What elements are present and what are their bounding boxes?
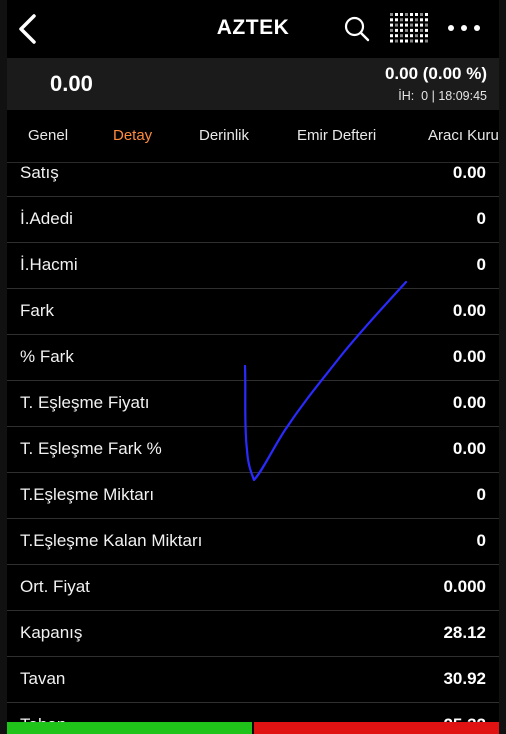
session-info: İH: 0 | 18:09:45	[398, 89, 487, 103]
detail-row-label: İ.Adedi	[20, 209, 73, 228]
more-options-button[interactable]	[446, 14, 482, 42]
grid-menu-button[interactable]	[389, 12, 430, 45]
detail-row: İ.Hacmi 0	[7, 242, 499, 289]
detail-row-label: Kapanış	[20, 623, 83, 642]
detail-row: T.Eşleşme Miktarı 0	[7, 472, 499, 519]
detail-row-value: 0.00	[452, 301, 486, 320]
detail-row: % Fark 0.00	[7, 334, 499, 381]
buy-button[interactable]	[7, 722, 252, 734]
detail-row-value: 28.12	[443, 623, 486, 642]
detail-list: Satış 0.00 İ.Adedi 0 İ.Hacmi 0 Fark 0.00 % Fark 0…	[7, 148, 499, 734]
detail-row: Fark 0.00	[7, 288, 499, 335]
detail-row-value: 0.00	[452, 163, 486, 182]
detail-row-value: 0.00	[452, 347, 486, 366]
detail-row: T.Eşleşme Kalan Miktarı 0	[7, 518, 499, 565]
search-icon	[344, 16, 370, 42]
tab-genel[interactable]: Genel	[28, 127, 68, 144]
search-button[interactable]	[342, 14, 372, 44]
top-navigation-bar: AZTEK	[0, 0, 506, 58]
detail-row: Kapanış 28.12	[7, 610, 499, 657]
dot-grid-icon	[390, 13, 428, 43]
detail-row: Tavan 30.92	[7, 656, 499, 703]
detail-row: T. Eşleşme Fark % 0.00	[7, 426, 499, 473]
screen-edge-right	[499, 0, 506, 734]
detail-row-label: T. Eşleşme Fiyatı	[20, 393, 150, 412]
detail-row-value: 30.92	[443, 669, 486, 688]
detail-row-label: Tavan	[20, 669, 66, 688]
price-change: 0.00 (0.00 %)	[384, 64, 487, 83]
tab-araci-kurum[interactable]: Aracı Kuru	[428, 127, 499, 144]
detail-row-label: T.Eşleşme Miktarı	[20, 485, 155, 504]
detail-row-value: 0	[476, 209, 486, 228]
tab-bar: Genel Detay Derinlik Emir Defteri Aracı …	[7, 110, 499, 163]
detail-row: Ort. Fiyat 0.000	[7, 564, 499, 611]
detail-row-value: 0	[476, 531, 486, 550]
detail-row-value: 0.000	[443, 577, 486, 596]
last-price: 0.00	[50, 71, 93, 96]
price-summary: 0.00 0.00 (0.00 %) İH: 0 | 18:09:45	[7, 58, 499, 110]
detail-row: İ.Adedi 0	[7, 196, 499, 243]
detail-row-label: Satış	[20, 163, 59, 182]
screen-edge-left	[0, 0, 7, 734]
sell-button[interactable]	[254, 722, 499, 734]
detail-row-value: 0	[476, 255, 486, 274]
detail-row-value: 0	[476, 485, 486, 504]
detail-row: T. Eşleşme Fiyatı 0.00	[7, 380, 499, 427]
detail-row-value: 0.00	[452, 393, 486, 412]
detail-row-label: T. Eşleşme Fark %	[20, 439, 162, 458]
more-horizontal-icon	[448, 25, 480, 31]
detail-row-label: İ.Hacmi	[20, 255, 78, 274]
detail-row-label: T.Eşleşme Kalan Miktarı	[20, 531, 203, 550]
tab-detay[interactable]: Detay	[113, 127, 152, 144]
detail-row-label: Ort. Fiyat	[20, 577, 90, 596]
detail-row-label: Fark	[20, 301, 54, 320]
tab-emir-defteri[interactable]: Emir Defteri	[297, 127, 376, 144]
detail-row-value: 0.00	[452, 439, 486, 458]
detail-row-label: % Fark	[20, 347, 74, 366]
tab-derinlik[interactable]: Derinlik	[199, 127, 249, 144]
page-title: AZTEK	[216, 16, 290, 39]
